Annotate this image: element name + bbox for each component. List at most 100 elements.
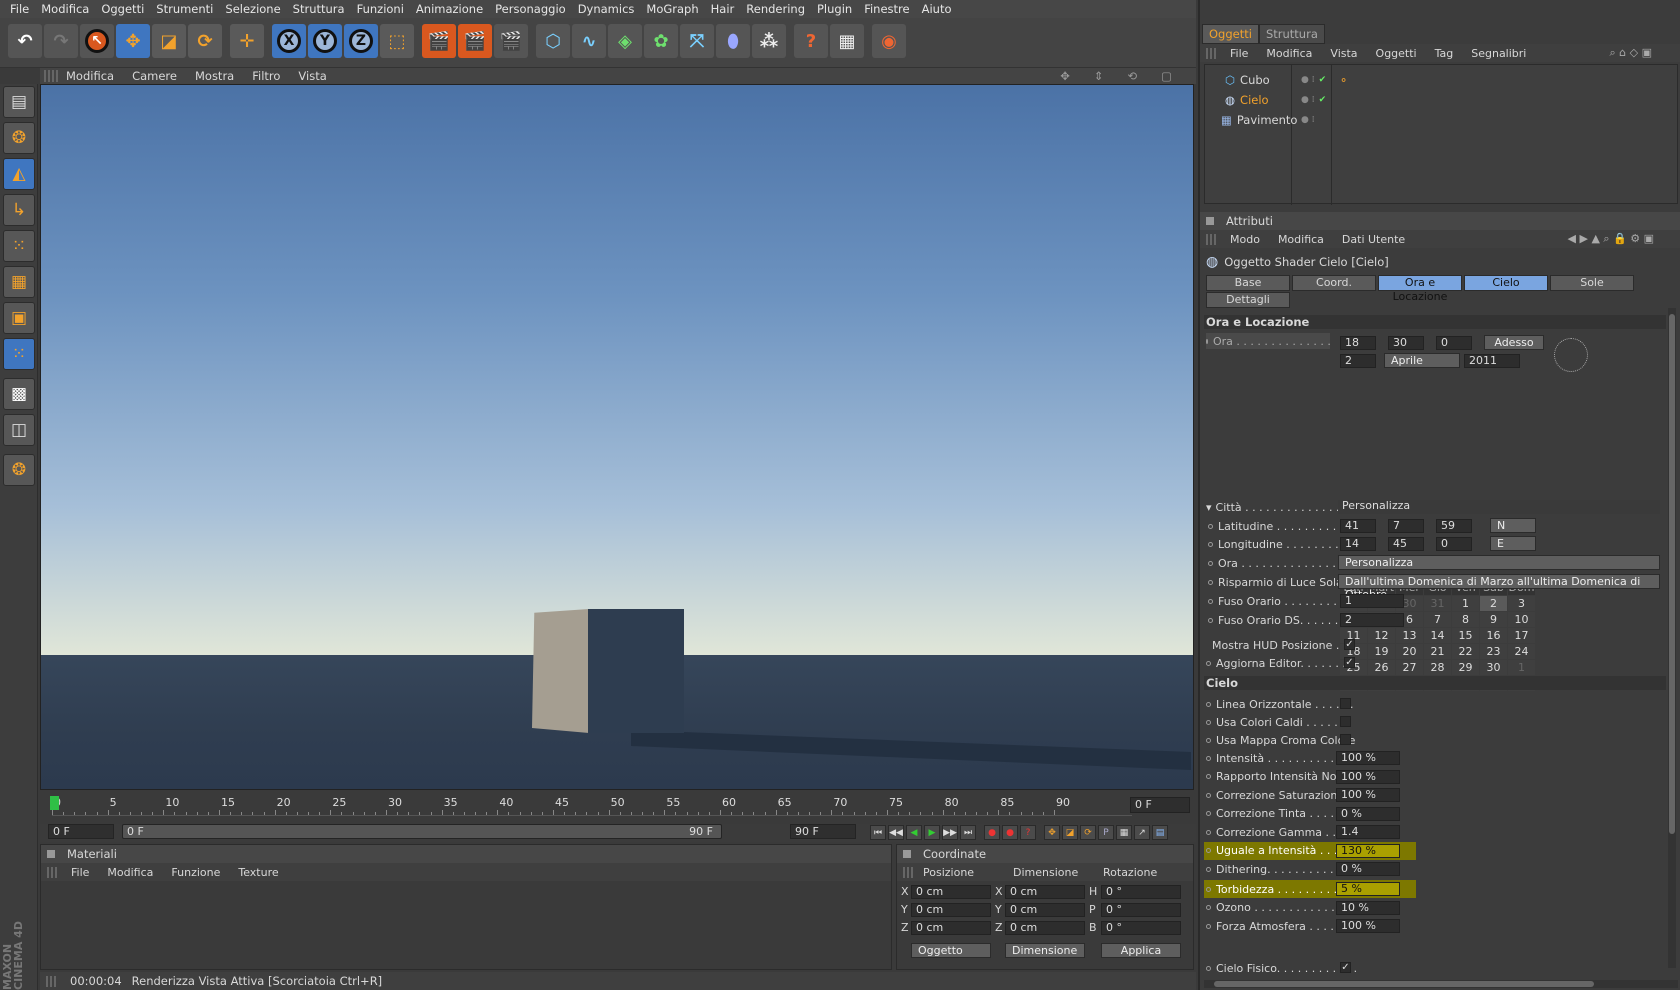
param-value-field[interactable]: 100 % — [1336, 769, 1400, 784]
now-button[interactable]: Adesso — [1484, 335, 1544, 350]
attributes-nav-icons[interactable]: ◀ ▶ ▲ ⌕ 🔒 ⚙ ▣ — [1568, 232, 1654, 246]
record-icon[interactable]: ● — [984, 825, 1000, 840]
animation-dot-icon[interactable] — [1206, 866, 1211, 872]
tab-dettagli[interactable]: Dettagli — [1206, 292, 1290, 308]
timeline-playhead[interactable] — [50, 796, 59, 810]
lat-deg-field[interactable]: 41 — [1340, 519, 1376, 533]
visibility-dots[interactable]: ● ⁞ — [1301, 111, 1315, 129]
visibility-dots[interactable]: ● ⁞ ✔ — [1301, 71, 1326, 89]
key-pla-icon[interactable]: ▦ — [1116, 825, 1132, 840]
warm-colors-checkbox[interactable] — [1340, 716, 1351, 727]
end-frame-field[interactable]: 90 F — [790, 824, 856, 839]
orbit-icon[interactable]: ⟲ — [1127, 69, 1137, 83]
calendar-day[interactable]: 3 — [1508, 596, 1535, 611]
materials-menu-texture[interactable]: Texture — [238, 866, 278, 879]
scene-icon[interactable]: ⬮ — [716, 24, 750, 58]
ora-row[interactable]: Ora . . . . . . . . . . . . . . — [1206, 333, 1331, 349]
calendar-day[interactable]: 8 — [1452, 612, 1479, 627]
viewport-menu-mostra[interactable]: Mostra — [195, 69, 234, 83]
tab-ora-locazione[interactable]: Ora e Locazione — [1378, 275, 1462, 303]
update-checkbox[interactable]: ✓ — [1344, 657, 1355, 668]
help-icon[interactable]: ? — [794, 24, 828, 58]
calendar-day[interactable]: 23 — [1480, 644, 1507, 659]
menu-oggetti[interactable]: Oggetti — [101, 2, 144, 16]
horizontal-scrollbar[interactable] — [1204, 980, 1678, 988]
calendar-day[interactable]: 29 — [1452, 660, 1479, 675]
redo-icon[interactable]: ↷ — [44, 24, 78, 58]
edges-mode-icon[interactable]: ▦ — [3, 266, 35, 298]
rotate-icon[interactable]: ⟳ — [188, 24, 222, 58]
objects-menu-tag[interactable]: Tag — [1435, 47, 1454, 60]
animation-dot-icon[interactable] — [1206, 829, 1211, 835]
menu-strumenti[interactable]: Strumenti — [156, 2, 213, 16]
interp-icon[interactable]: ↗ — [1134, 825, 1150, 840]
calendar-day[interactable]: 1 — [1452, 596, 1479, 611]
param-value-field[interactable]: 100 % — [1336, 751, 1400, 765]
viewport-menu-vista[interactable]: Vista — [298, 69, 326, 83]
rot-p-field[interactable]: 0 ° — [1101, 903, 1181, 917]
autokey-icon[interactable]: ● — [1002, 825, 1018, 840]
dim-y-field[interactable]: 0 cm — [1005, 903, 1085, 917]
attributes-menu-modifica[interactable]: Modifica — [1278, 233, 1324, 246]
materials-menu-funzione[interactable]: Funzione — [171, 866, 220, 879]
keyframe-help-icon[interactable]: ? — [1020, 825, 1036, 840]
range-slider[interactable]: 0 F 90 F — [122, 824, 722, 839]
materials-menu-modifica[interactable]: Modifica — [107, 866, 153, 879]
calendar-day[interactable]: 16 — [1480, 628, 1507, 643]
day-field[interactable]: 2 — [1340, 354, 1376, 368]
pan-icon[interactable]: ✥ — [1060, 69, 1070, 83]
objects-menu-file[interactable]: File — [1230, 47, 1248, 60]
menu-file[interactable]: File — [10, 2, 29, 16]
viewport-menu-filtro[interactable]: Filtro — [252, 69, 280, 83]
animation-dot-icon[interactable] — [1206, 774, 1211, 779]
chroma-map-checkbox[interactable] — [1340, 734, 1351, 745]
timeline-window-icon[interactable]: ▤ — [1152, 825, 1168, 840]
calendar-day[interactable]: 12 — [1368, 628, 1395, 643]
coordinate-system-icon[interactable]: ⬚ — [380, 24, 414, 58]
menu-plugin[interactable]: Plugin — [817, 2, 852, 16]
object-row-cielo[interactable]: ◍ Cielo — [1225, 91, 1269, 109]
key-scale-icon[interactable]: ◪ — [1062, 825, 1078, 840]
calendar-day[interactable]: 21 — [1424, 644, 1451, 659]
edit-mode-icon[interactable]: ❂ — [3, 122, 35, 154]
workplane-icon[interactable]: ◫ — [3, 414, 35, 446]
animation-dot-icon[interactable] — [1206, 811, 1211, 816]
key-param-icon[interactable]: P — [1098, 825, 1114, 840]
play-icon[interactable]: ▶ — [924, 825, 940, 840]
calendar-day[interactable]: 9 — [1480, 612, 1507, 627]
calendar-day[interactable]: 27 — [1396, 660, 1423, 675]
objects-menu-segnalibri[interactable]: Segnalibri — [1471, 47, 1526, 60]
y-axis-icon[interactable]: Y — [308, 24, 342, 58]
x-axis-icon[interactable]: X — [272, 24, 306, 58]
viewport-menu-camere[interactable]: Camere — [132, 69, 177, 83]
menu-selezione[interactable]: Selezione — [225, 2, 280, 16]
calendar-day[interactable]: 1 — [1508, 660, 1535, 675]
calendar-day[interactable]: 22 — [1452, 644, 1479, 659]
coord-mode-dropdown[interactable]: Oggetto — [911, 943, 991, 958]
horizon-checkbox[interactable] — [1340, 698, 1351, 709]
menu-mograph[interactable]: MoGraph — [646, 2, 698, 16]
calendar-day[interactable]: 30 — [1480, 660, 1507, 675]
tzds-field[interactable]: 2 — [1340, 613, 1404, 627]
pos-z-field[interactable]: 0 cm — [911, 921, 991, 935]
key-position-icon[interactable]: ✥ — [1044, 825, 1060, 840]
lat-sec-field[interactable]: 59 — [1436, 519, 1472, 533]
spline-icon[interactable]: ∿ — [572, 24, 606, 58]
param-value-field[interactable]: 1.4 — [1336, 825, 1400, 839]
menu-funzioni[interactable]: Funzioni — [357, 2, 404, 16]
uv-mode-icon[interactable]: ⁙ — [3, 338, 35, 370]
visibility-dots[interactable]: ● ⁞ ✔ — [1301, 91, 1326, 109]
calendar-day[interactable]: 19 — [1368, 644, 1395, 659]
animation-dot-icon[interactable] — [1206, 755, 1211, 761]
calendar-day[interactable]: 7 — [1424, 612, 1451, 627]
tab-base[interactable]: Base — [1206, 275, 1290, 291]
object-row-pavimento[interactable]: ▦ Pavimento — [1221, 111, 1297, 129]
render-settings-icon[interactable]: 🎬 — [494, 24, 528, 58]
ora2-dropdown[interactable]: Personalizza — [1338, 555, 1660, 570]
tab-sole[interactable]: Sole — [1550, 275, 1634, 291]
polygons-mode-icon[interactable]: ▣ — [3, 302, 35, 334]
material-tag-icon[interactable]: ⚬ — [1339, 71, 1348, 89]
physical-sky-checkbox[interactable]: ✓ — [1340, 962, 1351, 973]
attributes-menu-dati-utente[interactable]: Dati Utente — [1342, 233, 1405, 246]
render-picture-viewer-icon[interactable]: 🎬 — [458, 24, 492, 58]
